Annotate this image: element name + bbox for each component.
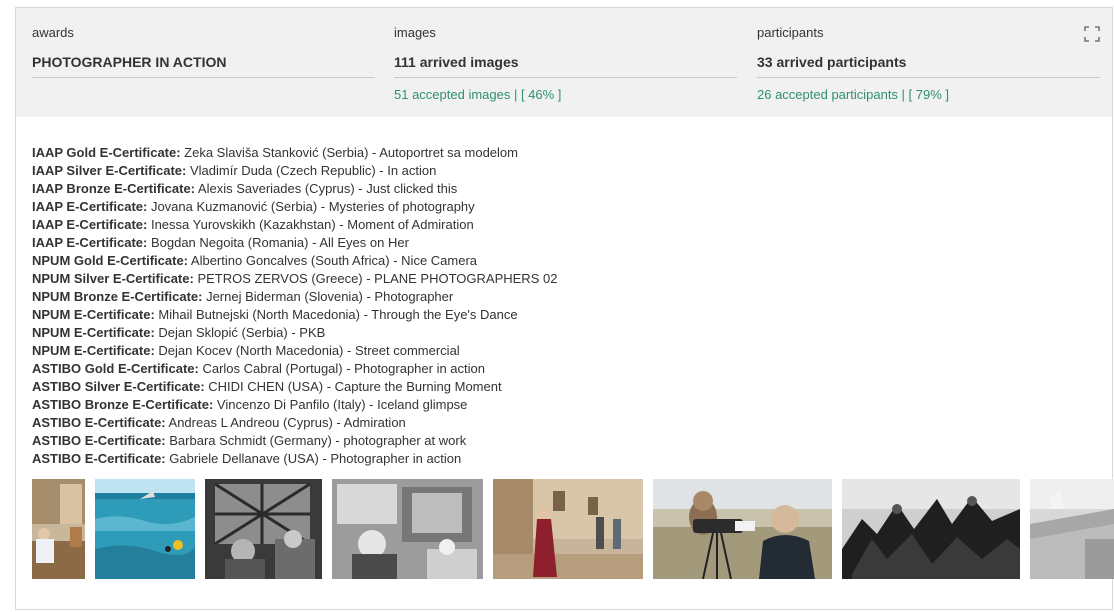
award-winner-detail: Carlos Cabral (Portugal) - Photographer … [198, 361, 485, 376]
award-result-row: IAAP Silver E-Certificate: Vladimír Duda… [32, 162, 557, 180]
awards-label: awards [32, 25, 74, 40]
award-winner-detail: Vincenzo Di Panfilo (Italy) - Iceland gl… [213, 397, 468, 412]
award-category: ASTIBO E-Certificate: [32, 415, 166, 430]
award-category: ASTIBO Silver E-Certificate: [32, 379, 205, 394]
award-category: ASTIBO Bronze E-Certificate: [32, 397, 214, 412]
stats-header: awards PHOTOGRAPHER IN ACTION images 111… [16, 8, 1112, 117]
award-result-row: NPUM Silver E-Certificate: PETROS ZERVOS… [32, 270, 557, 288]
thumbnail-2[interactable] [95, 479, 195, 579]
award-winner-detail: Andreas L Andreou (Cyprus) - Admiration [165, 415, 406, 430]
award-winner-detail: Jovana Kuzmanović (Serbia) - Mysteries o… [147, 199, 475, 214]
award-result-row: ASTIBO E-Certificate: Barbara Schmidt (G… [32, 432, 557, 450]
award-result-row: NPUM Bronze E-Certificate: Jernej Biderm… [32, 288, 557, 306]
award-result-row: IAAP E-Certificate: Bogdan Negoita (Roma… [32, 234, 557, 252]
award-winner-detail: Bogdan Negoita (Romania) - All Eyes on H… [147, 235, 409, 250]
award-results-list: IAAP Gold E-Certificate: Zeka Slaviša St… [32, 144, 557, 468]
award-winner-detail: Alexis Saveriades (Cyprus) - Just clicke… [195, 181, 458, 196]
award-winner-detail: Dejan Sklopić (Serbia) - PKB [154, 325, 326, 340]
participants-label: participants [757, 25, 824, 40]
award-result-row: ASTIBO E-Certificate: Andreas L Andreou … [32, 414, 557, 432]
award-result-row: ASTIBO E-Certificate: Gabriele Dellanave… [32, 450, 557, 468]
accepted-participants-stat: 26 accepted participants | [ 79% ] [757, 87, 949, 102]
award-winner-detail: Inessa Yurovskikh (Kazakhstan) - Moment … [147, 217, 474, 232]
accepted-images-stat: 51 accepted images | [ 46% ] [394, 87, 562, 102]
thumbnail-strip [32, 479, 1114, 579]
award-category: NPUM E-Certificate: [32, 343, 155, 358]
award-category: IAAP E-Certificate: [32, 217, 148, 232]
participants-column: participants 33 arrived participants 26 … [757, 25, 1100, 103]
thumbnail-1[interactable] [32, 479, 85, 579]
thumbnail-3[interactable] [205, 479, 322, 579]
award-winner-detail: Gabriele Dellanave (USA) - Photographer … [165, 451, 462, 466]
award-category: IAAP Silver E-Certificate: [32, 163, 187, 178]
award-category: ASTIBO E-Certificate: [32, 433, 166, 448]
award-result-row: NPUM E-Certificate: Dejan Sklopić (Serbi… [32, 324, 557, 342]
award-winner-detail: Albertino Goncalves (South Africa) - Nic… [188, 253, 478, 268]
award-result-row: ASTIBO Gold E-Certificate: Carlos Cabral… [32, 360, 557, 378]
award-winner-detail: Zeka Slaviša Stanković (Serbia) - Autopo… [180, 145, 518, 160]
award-result-row: IAAP Gold E-Certificate: Zeka Slaviša St… [32, 144, 557, 162]
awards-column: awards PHOTOGRAPHER IN ACTION [32, 25, 375, 78]
award-winner-detail: Mihail Butnejski (North Macedonia) - Thr… [154, 307, 518, 322]
award-category: NPUM Gold E-Certificate: [32, 253, 189, 268]
award-winner-detail: Dejan Kocev (North Macedonia) - Street c… [154, 343, 460, 358]
award-result-row: NPUM Gold E-Certificate: Albertino Gonca… [32, 252, 557, 270]
award-title: PHOTOGRAPHER IN ACTION [32, 53, 375, 78]
award-category: NPUM Silver E-Certificate: [32, 271, 194, 286]
arrived-participants-count: 33 arrived participants [757, 53, 1100, 78]
award-result-row: ASTIBO Bronze E-Certificate: Vincenzo Di… [32, 396, 557, 414]
images-column: images 111 arrived images 51 accepted im… [394, 25, 737, 103]
images-label: images [394, 25, 436, 40]
award-category: IAAP E-Certificate: [32, 199, 148, 214]
thumbnail-7[interactable] [842, 479, 1020, 579]
award-winner-detail: CHIDI CHEN (USA) - Capture the Burning M… [204, 379, 502, 394]
award-category: NPUM Bronze E-Certificate: [32, 289, 203, 304]
awards-panel: awards PHOTOGRAPHER IN ACTION images 111… [15, 7, 1114, 610]
award-result-row: IAAP Bronze E-Certificate: Alexis Saveri… [32, 180, 557, 198]
award-category: IAAP E-Certificate: [32, 235, 148, 250]
thumbnail-4[interactable] [332, 479, 483, 579]
fullscreen-expand-icon[interactable] [1084, 26, 1100, 42]
award-winner-detail: Jernej Biderman (Slovenia) - Photographe… [202, 289, 454, 304]
arrived-images-count: 111 arrived images [394, 53, 737, 78]
award-category: NPUM E-Certificate: [32, 307, 155, 322]
award-category: NPUM E-Certificate: [32, 325, 155, 340]
thumbnail-5[interactable] [493, 479, 643, 579]
award-winner-detail: Vladimír Duda (Czech Republic) - In acti… [186, 163, 437, 178]
award-winner-detail: PETROS ZERVOS (Greece) - PLANE PHOTOGRAP… [193, 271, 558, 286]
award-category: ASTIBO Gold E-Certificate: [32, 361, 199, 376]
award-result-row: NPUM E-Certificate: Dejan Kocev (North M… [32, 342, 557, 360]
award-result-row: IAAP E-Certificate: Jovana Kuzmanović (S… [32, 198, 557, 216]
award-result-row: ASTIBO Silver E-Certificate: CHIDI CHEN … [32, 378, 557, 396]
award-category: IAAP Gold E-Certificate: [32, 145, 181, 160]
award-result-row: IAAP E-Certificate: Inessa Yurovskikh (K… [32, 216, 557, 234]
award-result-row: NPUM E-Certificate: Mihail Butnejski (No… [32, 306, 557, 324]
award-category: ASTIBO E-Certificate: [32, 451, 166, 466]
award-category: IAAP Bronze E-Certificate: [32, 181, 196, 196]
award-winner-detail: Barbara Schmidt (Germany) - photographer… [165, 433, 467, 448]
thumbnail-8[interactable] [1030, 479, 1114, 579]
thumbnail-6[interactable] [653, 479, 832, 579]
